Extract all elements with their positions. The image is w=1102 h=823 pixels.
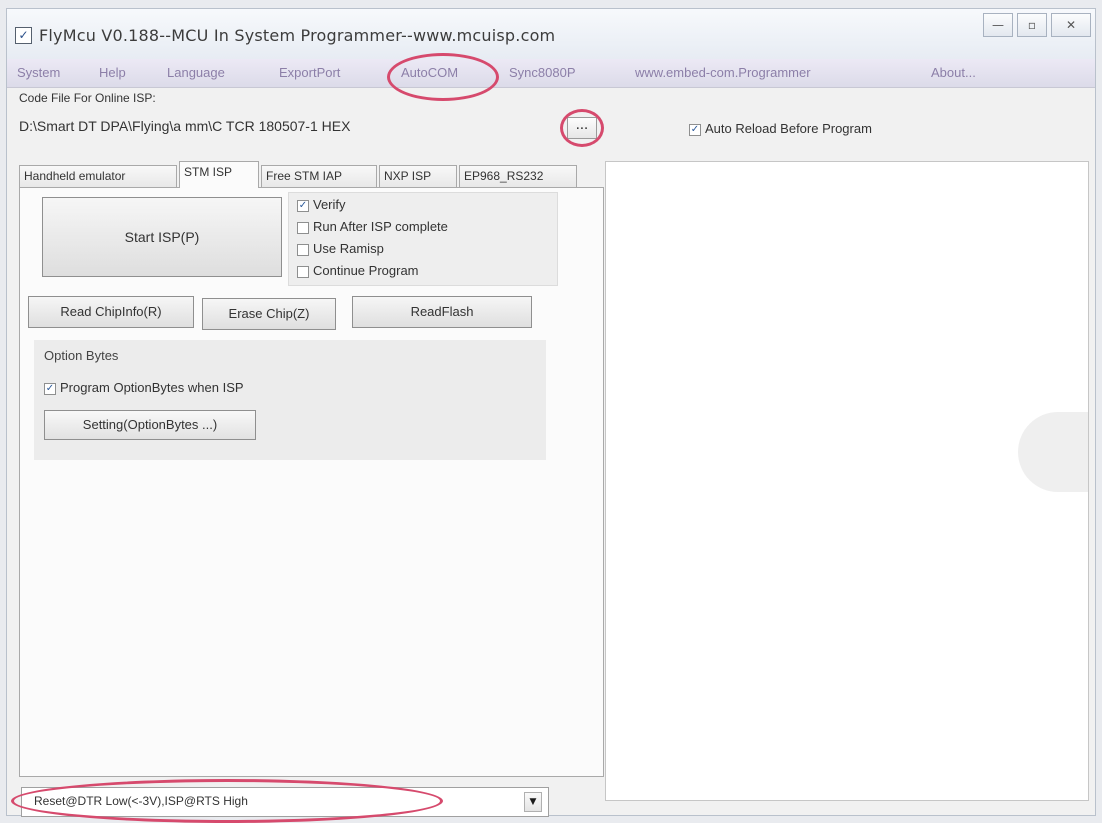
title-bar: ✓ FlyMcu V0.188--MCU In System Programme… — [7, 9, 1095, 59]
menu-autocom[interactable]: AutoCOM — [401, 65, 458, 80]
code-file-label: Code File For Online ISP: — [19, 91, 156, 105]
erase-chip-button[interactable]: Erase Chip(Z) — [202, 298, 336, 330]
tab-free-stm-iap[interactable]: Free STM IAP — [261, 165, 377, 187]
program-optionbytes-checkbox[interactable]: ✓ Program OptionBytes when ISP — [44, 380, 244, 395]
isp-options-group: ✓ Verify Run After ISP complete Use Ramis… — [288, 192, 558, 286]
chevron-down-icon[interactable]: ▼ — [524, 792, 542, 812]
tab-nxp-isp[interactable]: NXP ISP — [379, 165, 457, 187]
code-file-path-field[interactable]: D:\Smart DT DPA\Flying\a mm\C TCR 180507… — [19, 113, 559, 139]
stm-isp-panel: Start ISP(P) ✓ Verify Run After ISP compl… — [19, 187, 604, 777]
checkbox-checked-icon: ✓ — [297, 199, 309, 212]
use-ramisp-checkbox[interactable]: Use Ramisp — [297, 241, 384, 256]
menu-system[interactable]: System — [17, 65, 60, 80]
run-after-isp-checkbox[interactable]: Run After ISP complete — [297, 219, 448, 234]
reset-mode-select[interactable]: Reset@DTR Low(<-3V),ISP@RTS High ▼ — [21, 787, 549, 817]
read-chipinfo-button[interactable]: Read ChipInfo(R) — [28, 296, 194, 328]
browse-file-button[interactable]: ... — [567, 117, 597, 139]
menu-bar: System Help Language ExportPort AutoCOM … — [7, 59, 1095, 88]
verify-label: Verify — [313, 197, 346, 212]
setting-optionbytes-button[interactable]: Setting(OptionBytes ...) — [44, 410, 256, 440]
log-scroll-region — [1018, 412, 1088, 492]
option-bytes-group: Option Bytes ✓ Program OptionBytes when I… — [34, 340, 546, 460]
menu-language[interactable]: Language — [167, 65, 225, 80]
program-optionbytes-label: Program OptionBytes when ISP — [60, 380, 244, 395]
tab-bar: Handheld emulator STM ISP Free STM IAP N… — [19, 161, 604, 188]
application-window: ✓ FlyMcu V0.188--MCU In System Programme… — [6, 8, 1096, 823]
app-icon: ✓ — [15, 27, 32, 44]
use-ramisp-label: Use Ramisp — [313, 241, 384, 256]
minimize-button[interactable]: — — [983, 13, 1013, 37]
menu-about[interactable]: About... — [931, 65, 976, 80]
tab-ep968-rs232[interactable]: EP968_RS232 — [459, 165, 577, 187]
auto-reload-checkbox[interactable]: ✓ Auto Reload Before Program — [689, 121, 872, 136]
checkbox-icon — [297, 265, 309, 278]
checkbox-icon — [297, 243, 309, 256]
auto-reload-label: Auto Reload Before Program — [705, 121, 872, 136]
tab-stm-isp[interactable]: STM ISP — [179, 161, 259, 188]
continue-program-checkbox[interactable]: Continue Program — [297, 263, 419, 278]
checkbox-checked-icon: ✓ — [44, 382, 56, 395]
close-button[interactable]: ✕ — [1051, 13, 1091, 37]
maximize-button[interactable]: ▫ — [1017, 13, 1047, 37]
menu-help[interactable]: Help — [99, 65, 126, 80]
reset-mode-value: Reset@DTR Low(<-3V),ISP@RTS High — [34, 794, 248, 808]
tab-handheld-emulator[interactable]: Handheld emulator — [19, 165, 177, 187]
checkbox-icon — [297, 221, 309, 234]
option-bytes-title: Option Bytes — [44, 348, 119, 363]
menu-programmer[interactable]: www.embed-com.Programmer — [635, 65, 811, 80]
run-after-isp-label: Run After ISP complete — [313, 219, 448, 234]
menu-export-port[interactable]: ExportPort — [279, 65, 340, 80]
window-title: FlyMcu V0.188--MCU In System Programmer-… — [39, 26, 556, 45]
log-output-area[interactable] — [605, 161, 1089, 801]
menu-sync8080p[interactable]: Sync8080P — [509, 65, 576, 80]
read-flash-button[interactable]: ReadFlash — [352, 296, 532, 328]
continue-program-label: Continue Program — [313, 263, 419, 278]
checkbox-checked-icon: ✓ — [689, 123, 701, 136]
verify-checkbox[interactable]: ✓ Verify — [297, 197, 346, 212]
start-isp-button[interactable]: Start ISP(P) — [42, 197, 282, 277]
